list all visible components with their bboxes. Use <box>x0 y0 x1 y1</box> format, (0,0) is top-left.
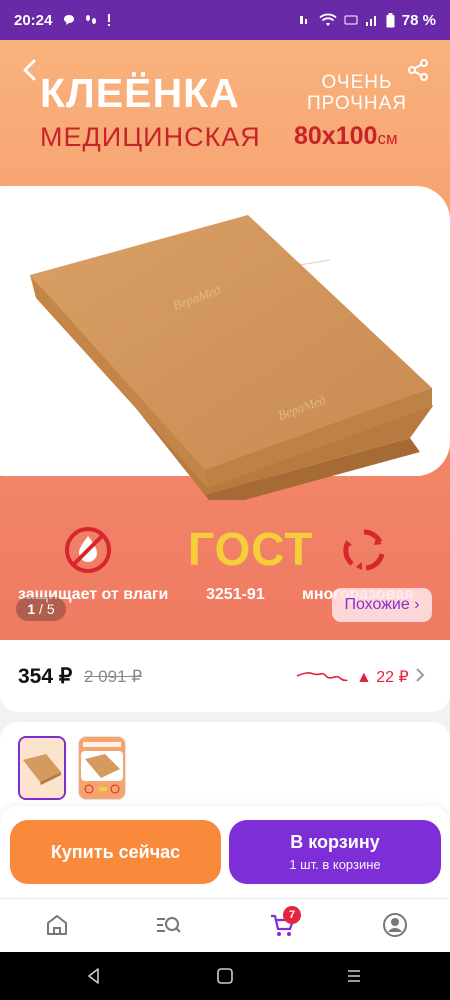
banner-size-unit: см <box>377 129 398 148</box>
purchase-actions: Купить сейчас В корзину 1 шт. в корзине <box>0 806 450 898</box>
chat-icon <box>64 15 75 25</box>
alarm-icon <box>299 16 307 24</box>
share-icon[interactable] <box>406 58 430 82</box>
steps-icon <box>86 15 97 24</box>
price-change[interactable]: ▲ 22 ₽ <box>356 667 409 687</box>
volte-icon <box>344 15 358 25</box>
status-bar: 20:24 78 % <box>0 0 450 40</box>
banner-strength-text: ОЧЕНЬ ПРОЧНАЯ <box>306 72 408 114</box>
thumbnail-2[interactable] <box>78 736 126 800</box>
similar-products-button[interactable]: Похожие › <box>332 588 432 622</box>
signal-icon <box>365 16 376 26</box>
battery-icon <box>386 12 395 27</box>
exclamation-icon <box>108 14 111 26</box>
profile-icon[interactable] <box>381 911 409 939</box>
status-time: 20:24 <box>14 11 53 29</box>
system-recents-icon[interactable] <box>344 966 364 986</box>
buy-now-button[interactable]: Купить сейчас <box>10 820 221 884</box>
moisture-protection-icon <box>65 527 111 573</box>
thumbnail-2-image <box>79 737 125 799</box>
product-photo: ВераМед ВераМед <box>30 215 433 500</box>
system-home-icon[interactable] <box>215 966 235 986</box>
banner-size-value: 80х100 <box>294 122 378 150</box>
gost-logo: ГОСТ <box>188 523 314 575</box>
system-navigation-bar <box>0 952 450 1000</box>
back-arrow-icon[interactable] <box>16 56 44 84</box>
bottom-navigation <box>0 898 450 952</box>
image-thumbnails <box>0 722 450 818</box>
wifi-icon <box>319 13 337 26</box>
battery-level: 78 % <box>401 11 436 29</box>
reusable-icon <box>343 529 385 571</box>
price-trend-icon[interactable] <box>296 664 348 686</box>
banner-subtitle: МЕДИЦИНСКАЯ <box>40 122 261 152</box>
add-to-cart-button[interactable]: В корзину 1 шт. в корзине <box>229 820 441 884</box>
chevron-right-icon[interactable] <box>413 666 427 684</box>
banner-title: КЛЕЁНКА <box>40 70 240 116</box>
cart-quantity-note: 1 шт. в корзине <box>289 857 381 872</box>
cart-count-badge: 7 <box>283 906 301 924</box>
banner-size: 80х100см <box>294 122 398 151</box>
price-section: 354 ₽ 2 091 ₽ ▲ 22 ₽ <box>0 640 450 712</box>
catalog-search-icon[interactable] <box>154 911 182 939</box>
home-icon[interactable] <box>43 911 71 939</box>
feature-gost-label: 3251-91 <box>206 586 265 603</box>
add-to-cart-label: В корзину <box>290 832 380 852</box>
system-back-icon[interactable] <box>84 966 104 986</box>
current-price: 354 ₽ <box>18 665 73 688</box>
old-price: 2 091 ₽ <box>84 667 143 686</box>
thumbnail-1[interactable] <box>18 736 66 800</box>
image-counter: 1 / 5 <box>16 597 66 621</box>
product-image-gallery[interactable]: КЛЕЁНКА МЕДИЦИНСКАЯ ОЧЕНЬ ПРОЧНАЯ 80х100… <box>0 40 450 640</box>
thumbnail-1-image <box>20 738 64 798</box>
